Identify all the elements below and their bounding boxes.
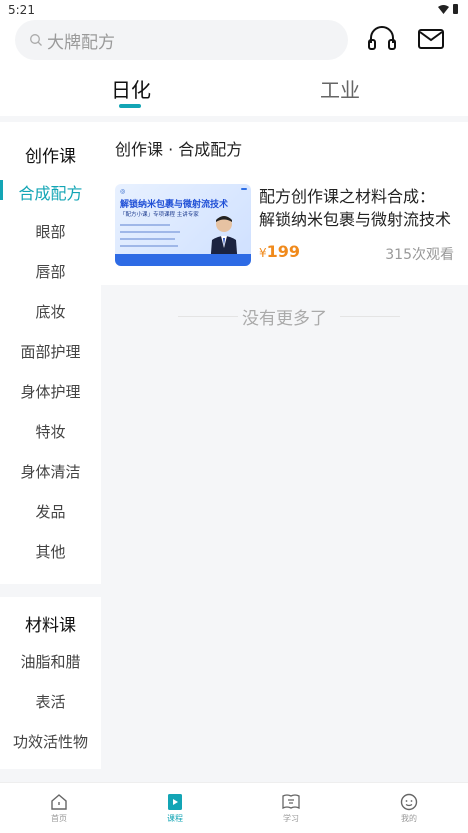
sidebar-item-actives[interactable]: 功效活性物 [0,731,101,752]
sidebar-item-synthesis[interactable]: 合成配方 [0,180,101,204]
course-title-line-2: 解锁纳米包裹与微射流技术 [259,210,452,229]
sidebar-item-special-makeup[interactable]: 特妆 [0,421,101,442]
sidebar-item-other[interactable]: 其他 [0,541,101,562]
battery-icon [453,4,458,14]
sidebar-item-foundation[interactable]: 底妆 [0,301,101,322]
sidebar-heading-materials: 材料课 [25,616,76,636]
sidebar-item-lip[interactable]: 唇部 [0,261,101,282]
nav-study[interactable]: 学习 [271,793,311,824]
no-more-divider-right [340,316,400,317]
nav-study-label: 学习 [283,814,299,823]
content-breadcrumb: 创作课 · 合成配方 [115,140,243,159]
course-card[interactable]: ◎ 解锁纳米包裹与微射流技术 「配方小课」专项课程 主讲专家 配方创作课之材料合… [101,170,468,285]
headset-icon[interactable] [367,25,397,53]
category-sidebar: 创作课 合成配方 眼部 唇部 底妆 面部护理 身体护理 特妆 身体清洁 发品 其… [0,122,101,782]
sidebar-item-surfactants[interactable]: 表活 [0,691,101,712]
tab-daily-chemical[interactable]: 日化 [111,74,151,103]
nav-home[interactable]: 首页 [39,793,79,824]
course-title: 配方创作课之材料合成： 解锁纳米包裹与微射流技术 [259,185,459,231]
price-symbol: ¥ [259,246,267,260]
price-value: 199 [266,242,301,261]
search-input[interactable]: 大牌配方 [15,20,348,60]
no-more-text: 没有更多了 [242,309,327,329]
status-bar: 5:21 [0,0,468,20]
search-icon [30,34,42,46]
tab-industrial[interactable]: 工业 [320,74,360,103]
search-placeholder: 大牌配方 [47,32,115,53]
profile-icon [400,793,418,811]
thumbnail-text-line [120,231,180,233]
course-view-count: 315次观看 [385,247,454,263]
home-icon [51,794,67,810]
sidebar-item-eye[interactable]: 眼部 [0,221,101,242]
wifi-icon [438,4,449,14]
status-time: 5:21 [8,3,35,17]
sidebar-item-face-care[interactable]: 面部护理 [0,341,101,362]
thumbnail-text-line [120,238,175,240]
course-title-line-1: 配方创作课之材料合成： [259,187,436,206]
thumbnail-tag [241,188,247,190]
sidebar-section-creation: 创作课 合成配方 眼部 唇部 底妆 面部护理 身体护理 特妆 身体清洁 发品 其… [0,122,101,584]
book-icon [282,794,300,810]
thumbnail-footer [115,254,251,266]
nav-profile-label: 我的 [401,814,417,823]
sidebar-item-hair[interactable]: 发品 [0,501,101,522]
thumbnail-title: 解锁纳米包裹与微射流技术 [120,200,229,210]
sidebar-section-materials: 材料课 油脂和腊 表活 功效活性物 [0,597,101,769]
sidebar-heading-creation: 创作课 [25,147,76,167]
thumbnail-text-line [120,224,170,226]
thumbnail-subtitle: 「配方小课」专项课程 主讲专家 [120,212,199,218]
course-icon [168,794,182,810]
mail-icon[interactable] [417,27,445,51]
sidebar-item-body-cleansing[interactable]: 身体清洁 [0,461,101,482]
nav-profile[interactable]: 我的 [389,793,429,824]
bottom-navigation: 首页 课程 学习 我的 [0,782,468,833]
tab-indicator [119,104,141,108]
nav-home-label: 首页 [51,814,67,823]
thumbnail-text-line [120,245,178,247]
status-icons [438,4,458,14]
nav-course-label: 课程 [167,814,183,823]
nav-course[interactable]: 课程 [155,793,195,824]
course-thumbnail: ◎ 解锁纳米包裹与微射流技术 「配方小课」专项课程 主讲专家 [115,184,251,266]
sidebar-item-oils-waxes[interactable]: 油脂和腊 [0,651,101,672]
course-price: ¥199 [259,242,300,261]
sidebar-item-body-care[interactable]: 身体护理 [0,381,101,402]
thumbnail-logo: ◎ [120,188,126,195]
